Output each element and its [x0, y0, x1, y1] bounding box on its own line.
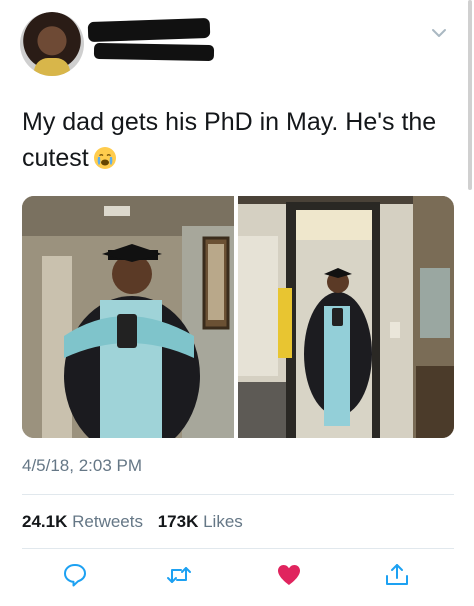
retweet-icon[interactable]	[166, 562, 192, 588]
tweet-media[interactable]	[22, 196, 454, 438]
graduation-selfie-right	[238, 196, 454, 438]
photo-left[interactable]	[22, 196, 234, 438]
redacted-username	[93, 42, 215, 62]
tweet-text: My dad gets his PhD in May. He's the cut…	[22, 104, 452, 176]
photo-right[interactable]	[238, 196, 454, 438]
user-avatar[interactable]	[20, 12, 84, 76]
retweets-count[interactable]: 24.1K	[22, 512, 67, 531]
divider-top	[22, 494, 454, 495]
redacted-display-name	[87, 17, 211, 43]
scrollbar[interactable]	[468, 0, 472, 190]
share-icon[interactable]	[384, 562, 410, 588]
tweet-timestamp[interactable]: 4/5/18, 2:03 PM	[22, 456, 142, 476]
graduation-selfie-left	[22, 196, 234, 438]
tweet-text-line1: My dad gets his PhD in May. He's the	[22, 108, 437, 136]
heart-icon[interactable]	[276, 562, 302, 588]
retweets-label[interactable]: Retweets	[72, 512, 143, 531]
likes-label[interactable]: Likes	[203, 512, 243, 531]
chevron-down-icon[interactable]	[430, 24, 448, 42]
tweet-stats: 24.1K Retweets 173K Likes	[22, 512, 253, 532]
tweet-text-line2: cutest	[22, 144, 89, 172]
reply-icon[interactable]	[62, 562, 88, 588]
crying-face-emoji-icon	[93, 147, 116, 169]
divider-bottom	[22, 548, 454, 549]
likes-count[interactable]: 173K	[158, 512, 199, 531]
